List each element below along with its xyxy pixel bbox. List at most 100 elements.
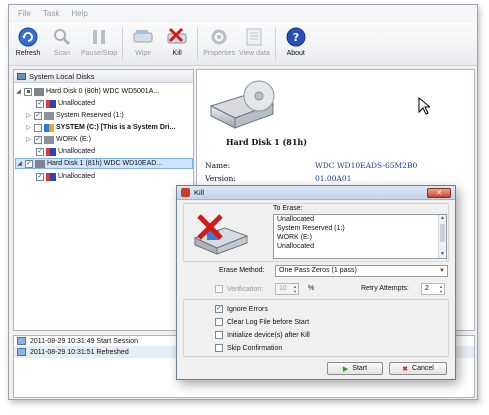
- pause-icon: [88, 26, 110, 48]
- disk-tree-header: System Local Disks: [14, 70, 193, 83]
- properties-icon: [208, 26, 230, 48]
- erase-list-item[interactable]: Unallocated: [274, 242, 446, 251]
- erase-list-item[interactable]: WORK (E:): [274, 233, 446, 242]
- retry-attempts-spinner[interactable]: 2 ▲ ▼: [421, 283, 445, 295]
- partition-icon: [46, 172, 56, 181]
- spinner-arrows-icon[interactable]: ▲ ▼: [293, 284, 297, 294]
- properties-button[interactable]: Properties: [201, 26, 237, 57]
- to-erase-list[interactable]: Unallocated System Reserved (1:) WORK (E…: [273, 214, 447, 259]
- start-button[interactable]: ▶ Start: [327, 362, 383, 375]
- scroll-up-icon[interactable]: ▲: [439, 215, 446, 222]
- drive-icon: [44, 111, 54, 120]
- kill-button[interactable]: Kill: [160, 26, 194, 57]
- menu-file[interactable]: File: [12, 9, 37, 18]
- tree-item-work-e[interactable]: ▷ ✓ WORK (E:): [26, 134, 91, 145]
- log-info-icon: [17, 348, 26, 356]
- erase-method-label: Erase Method:: [219, 267, 265, 274]
- menu-help[interactable]: Help: [65, 9, 93, 18]
- tree-checkbox[interactable]: [24, 87, 32, 96]
- verification-value: 10: [279, 285, 287, 292]
- spinner-arrows-icon[interactable]: ▲ ▼: [439, 284, 443, 294]
- toolbar-separator: [274, 27, 276, 61]
- hard-disk-icon: [34, 87, 44, 96]
- expand-arrow-icon[interactable]: ▷: [25, 124, 32, 131]
- scroll-thumb[interactable]: [440, 224, 445, 242]
- partition-icon: [46, 147, 56, 156]
- option-checkbox[interactable]: [215, 318, 223, 326]
- erase-method-select[interactable]: One Pass Zeros (1 pass) ▼: [275, 265, 448, 277]
- view-data-label: View data: [239, 50, 270, 57]
- option-ignore-errors[interactable]: ✓ Ignore Errors: [215, 305, 268, 313]
- erase-list-item[interactable]: Unallocated: [274, 215, 446, 224]
- tree-item-label: System Reserved (1:): [56, 112, 124, 119]
- kill-dialog: Kill ✕ To Erase: Unallocated System Rese…: [176, 185, 456, 380]
- option-label: Initialize device(s) after Kill: [227, 331, 310, 339]
- help-icon: ?: [285, 26, 307, 48]
- option-skip-confirmation[interactable]: Skip Confirmation: [215, 344, 282, 352]
- tree-item-unallocated[interactable]: ✓ Unallocated: [34, 146, 95, 157]
- erase-method-value: One Pass Zeros (1 pass): [279, 267, 357, 274]
- log-text: 2011-08-29 10:31:49 Start Session: [30, 337, 139, 345]
- refresh-button[interactable]: Refresh: [11, 26, 45, 57]
- expand-arrow-icon[interactable]: ▷: [25, 136, 32, 143]
- log-info-icon: [17, 337, 26, 345]
- prop-label-version: Version:: [205, 174, 236, 183]
- view-data-button[interactable]: View data: [237, 26, 272, 57]
- tree-item-system-c[interactable]: ▷ SYSTEM (C:) [This is a System Dri...: [26, 122, 175, 133]
- hard-disk-icon: [35, 159, 45, 168]
- verification-spinner[interactable]: 10 ▲ ▼: [275, 283, 299, 295]
- expand-arrow-icon[interactable]: ▷: [25, 112, 32, 119]
- tree-checkbox[interactable]: ✓: [34, 111, 42, 120]
- tree-item-system-reserved[interactable]: ▷ ✓ System Reserved (1:): [26, 110, 124, 121]
- prop-value-name: WDC WD10EADS-65M2B0: [315, 161, 418, 170]
- wipe-disk-icon: [132, 26, 154, 48]
- refresh-label: Refresh: [15, 50, 41, 57]
- magnifier-icon: [51, 26, 73, 48]
- mouse-cursor-icon: [418, 97, 430, 115]
- collapse-arrow-icon[interactable]: ◢: [16, 160, 23, 167]
- option-clear-log[interactable]: Clear Log File before Start: [215, 318, 309, 326]
- tree-checkbox[interactable]: ✓: [36, 99, 44, 108]
- tree-item-hard-disk-1[interactable]: ◢ ✓ Hard Disk 1 (81h) WDC WD10EAD...: [15, 158, 193, 169]
- collapse-arrow-icon[interactable]: ◢: [15, 88, 22, 95]
- option-label: Clear Log File before Start: [227, 318, 310, 326]
- cancel-icon: ✖: [402, 365, 409, 373]
- option-checkbox[interactable]: ✓: [215, 305, 223, 313]
- tree-item-label: Unallocated: [58, 173, 95, 180]
- option-initialize-devices[interactable]: Initialize device(s) after Kill: [215, 331, 310, 339]
- tree-checkbox[interactable]: ✓: [36, 172, 44, 181]
- menu-task[interactable]: Task: [37, 9, 65, 18]
- scroll-down-icon[interactable]: ▼: [439, 251, 446, 258]
- tree-checkbox[interactable]: ✓: [25, 159, 33, 168]
- close-button[interactable]: ✕: [427, 188, 451, 198]
- toolbar: Refresh Scan Pause/Stop Wipe Kill Proper…: [9, 22, 477, 66]
- option-checkbox[interactable]: [215, 331, 223, 339]
- tree-item-unallocated[interactable]: ✓ Unallocated: [34, 98, 95, 109]
- close-icon: ✕: [436, 190, 442, 197]
- verification-checkbox[interactable]: [215, 285, 223, 293]
- tree-checkbox[interactable]: ✓: [34, 135, 42, 144]
- erase-list-scrollbar[interactable]: ▲ ▼: [438, 215, 446, 258]
- pause-stop-button[interactable]: Pause/Stop: [79, 26, 119, 57]
- disk-title: Hard Disk 1 (81h): [226, 137, 308, 147]
- play-icon: ▶: [342, 365, 349, 373]
- tree-checkbox[interactable]: [34, 123, 42, 132]
- scan-label: Scan: [54, 50, 70, 57]
- about-button[interactable]: ? About: [279, 26, 313, 57]
- wipe-label: Wipe: [135, 50, 152, 57]
- wipe-button[interactable]: Wipe: [126, 26, 160, 57]
- tree-item-label: Hard Disk 1 (81h) WDC WD10EAD...: [47, 160, 163, 167]
- verification-option[interactable]: Verification:: [215, 285, 263, 293]
- tree-item-unallocated[interactable]: ✓ Unallocated: [34, 171, 95, 182]
- toolbar-separator: [122, 27, 124, 61]
- scan-button[interactable]: Scan: [45, 26, 79, 57]
- disk-tree-title: System Local Disks: [29, 71, 95, 81]
- cancel-label: Cancel: [412, 365, 434, 372]
- cancel-button[interactable]: ✖ Cancel: [389, 362, 447, 375]
- dialog-titlebar: Kill: [177, 186, 455, 200]
- option-checkbox[interactable]: [215, 344, 223, 352]
- tree-item-label: Unallocated: [58, 148, 95, 155]
- tree-checkbox[interactable]: ✓: [36, 147, 44, 156]
- tree-item-hard-disk-0[interactable]: ◢ Hard Disk 0 (80h) WDC WD5001A...: [15, 86, 159, 97]
- erase-list-item[interactable]: System Reserved (1:): [274, 224, 446, 233]
